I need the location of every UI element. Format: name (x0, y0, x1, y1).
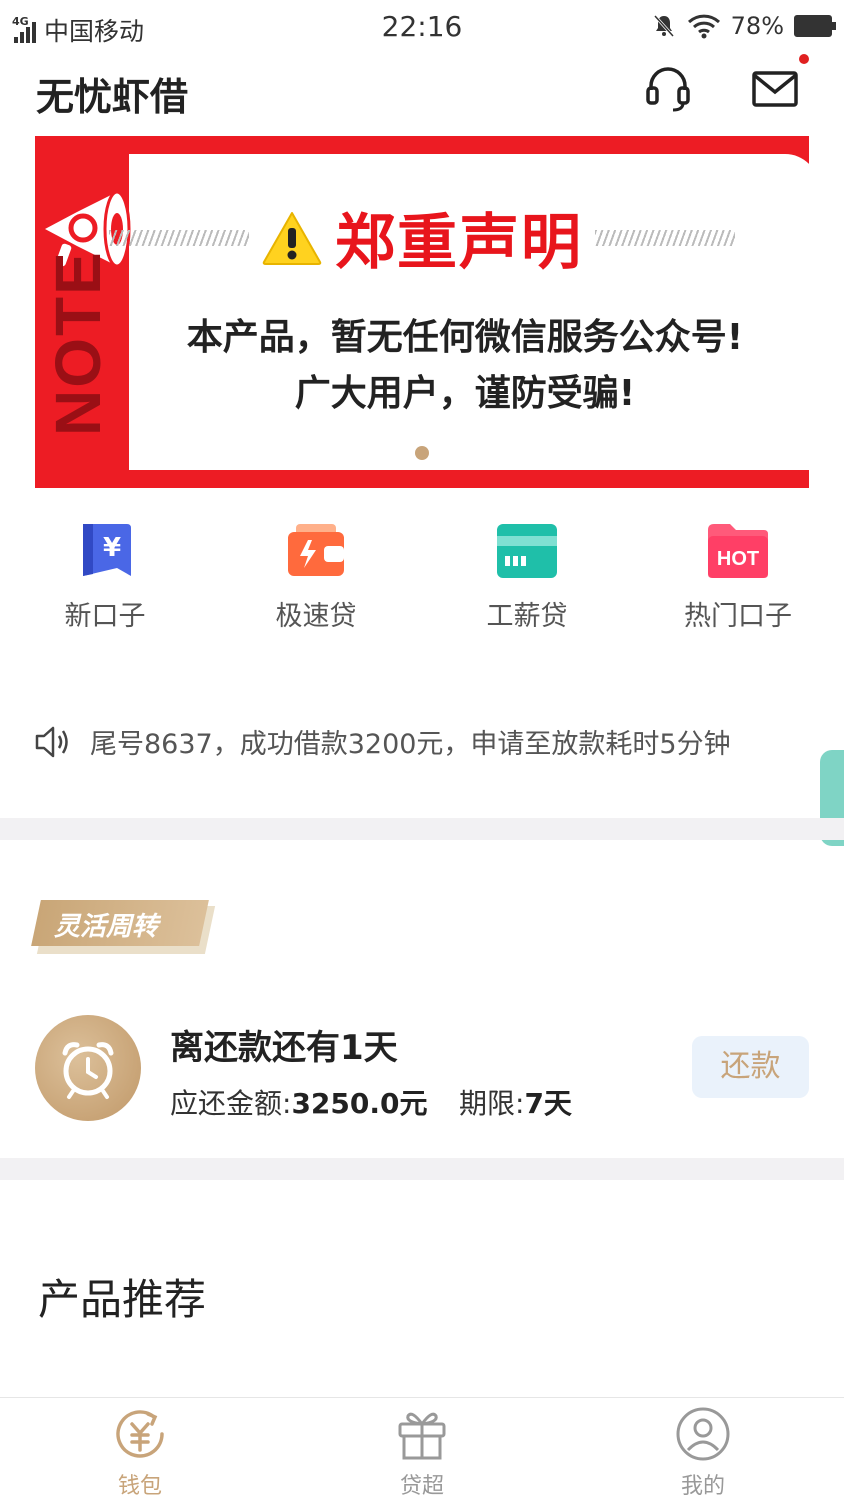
quick-nav-salary[interactable]: 工薪贷 (437, 520, 617, 633)
quick-nav-fast[interactable]: 极速贷 (226, 520, 406, 633)
card-icon (497, 524, 557, 578)
tag-label: 灵活周转 (54, 912, 159, 942)
status-right: 78% (651, 12, 836, 40)
alarm-clock-icon (35, 1015, 141, 1121)
gift-icon (398, 1412, 446, 1460)
battery-icon (794, 15, 836, 37)
banner-message-line1: 本产品，暂无任何微信服务公众号! (186, 317, 744, 358)
battery-percent: 78% (730, 12, 784, 40)
svg-text:HOT: HOT (717, 548, 759, 570)
speaker-icon (35, 726, 68, 757)
repay-term: 期限:7天 (459, 1082, 572, 1122)
quick-nav-label: 新口子 (64, 601, 146, 632)
wifi-icon (687, 14, 720, 39)
banner-heading: 郑重声明 (35, 194, 809, 281)
banner-title: 郑重声明 (335, 208, 583, 278)
hot-folder-icon: HOT (708, 524, 768, 578)
unread-dot (799, 54, 809, 64)
wallet-bolt-icon (288, 524, 344, 576)
hatch-decoration (109, 229, 249, 246)
tab-wallet[interactable]: 钱包 (80, 1406, 200, 1500)
wallet-yuan-icon (116, 1410, 164, 1458)
tab-label: 贷超 (399, 1474, 444, 1499)
bookmark-yuan-icon: ¥ (83, 524, 131, 576)
quick-nav-label: 热门口子 (684, 601, 792, 632)
app-title: 无忧虾借 (36, 75, 189, 119)
tab-label: 钱包 (117, 1474, 162, 1499)
flexible-tag: 灵活周转 (31, 900, 216, 956)
quick-nav-label: 工薪贷 (486, 601, 568, 632)
carousel-indicator[interactable] (415, 446, 429, 460)
tab-mine[interactable]: 我的 (643, 1406, 763, 1500)
mute-bell-icon (653, 14, 674, 38)
repay-button[interactable]: 还款 (692, 1036, 809, 1098)
ticker-text: 尾号8637，成功借款3200元，申请至放款耗时5分钟 (90, 729, 731, 760)
loan-ticker: 尾号8637，成功借款3200元，申请至放款耗时5分钟 (34, 722, 731, 761)
section-divider (0, 818, 844, 840)
tab-label: 我的 (680, 1474, 725, 1499)
quick-nav-hot[interactable]: HOT 热门口子 (648, 520, 828, 633)
product-recommend-title: 产品推荐 (38, 1275, 207, 1324)
quick-nav: ¥ 新口子 极速贷 工薪贷 HOT 热门口子 (0, 520, 844, 640)
repay-countdown: 离还款还有1天 (170, 1028, 398, 1068)
section-divider (0, 1158, 844, 1180)
quick-nav-new[interactable]: ¥ 新口子 (15, 520, 195, 633)
term-value: 7天 (524, 1087, 572, 1120)
term-label: 期限: (459, 1087, 525, 1120)
svg-text:¥: ¥ (103, 533, 121, 563)
amount-value: 3250.0元 (291, 1087, 428, 1120)
status-bar: 4G 中国移动 22:16 78% (0, 0, 844, 56)
warning-icon (262, 211, 322, 265)
banner-message-line2: 广大用户，谨防受骗! (294, 373, 636, 414)
announcement-banner[interactable]: NOTE 郑重声明 本产品，暂无任何微信服务公众号! 广大用户，谨防受骗! (35, 136, 809, 488)
mail-icon[interactable] (750, 64, 800, 114)
headset-icon[interactable] (643, 64, 693, 114)
hatch-decoration (595, 229, 735, 246)
quick-nav-label: 极速贷 (275, 601, 357, 632)
repay-amount: 应还金额:3250.0元 (170, 1082, 428, 1122)
app-header: 无忧虾借 (0, 56, 844, 126)
bottom-nav: 钱包 贷超 我的 (0, 1397, 844, 1500)
tab-loan-market[interactable]: 贷超 (362, 1406, 482, 1500)
user-icon (676, 1407, 730, 1461)
amount-label: 应还金额: (170, 1087, 292, 1120)
